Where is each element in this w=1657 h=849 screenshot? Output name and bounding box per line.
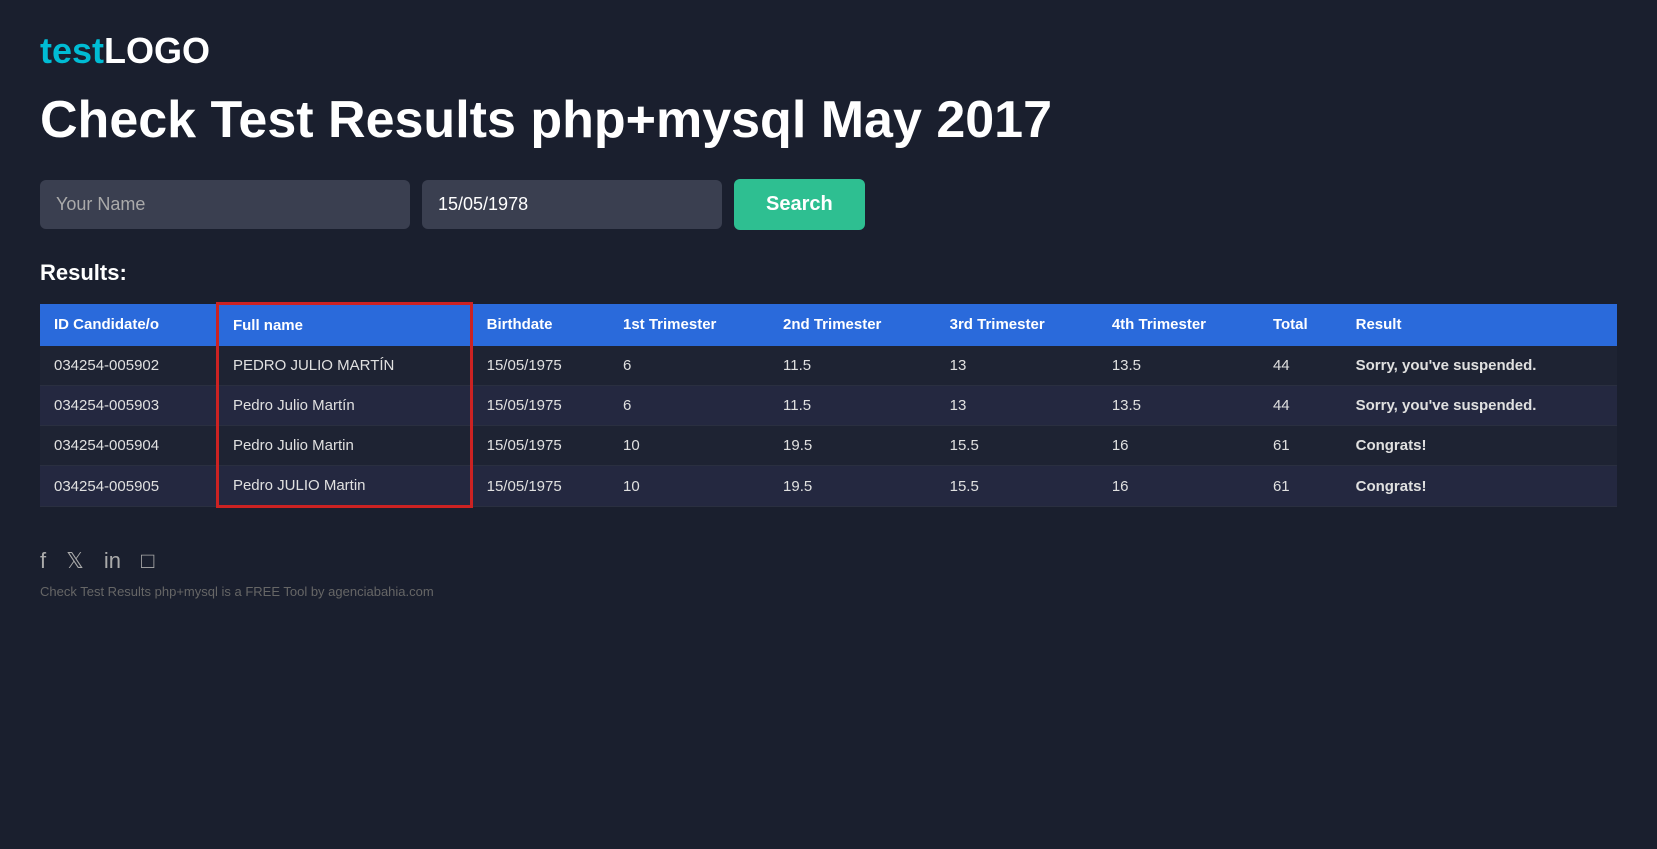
table-row: 034254-005904Pedro Julio Martin15/05/197… — [40, 426, 1617, 466]
col-header-total: Total — [1259, 304, 1342, 347]
col-header-t1: 1st Trimester — [609, 304, 769, 347]
table-cell: 15/05/1975 — [471, 426, 609, 466]
col-header-t2: 2nd Trimester — [769, 304, 936, 347]
table-cell: 11.5 — [769, 346, 936, 386]
col-header-result: Result — [1342, 304, 1617, 347]
col-header-t4: 4th Trimester — [1098, 304, 1259, 347]
table-cell: Sorry, you've suspended. — [1342, 346, 1617, 386]
table-cell: 034254-005903 — [40, 386, 217, 426]
table-cell: 16 — [1098, 426, 1259, 466]
table-cell: 034254-005905 — [40, 466, 217, 507]
table-cell: 44 — [1259, 346, 1342, 386]
social-icons: f 𝕏 in □ — [40, 548, 1617, 574]
linkedin-icon[interactable]: in — [104, 548, 121, 574]
col-header-fullname: Full name — [217, 304, 471, 347]
table-cell: 15/05/1975 — [471, 346, 609, 386]
table-cell: Pedro Julio Martin — [217, 426, 471, 466]
table-cell: 19.5 — [769, 426, 936, 466]
table-cell: 15.5 — [936, 466, 1098, 507]
table-row: 034254-005902PEDRO JULIO MARTÍN15/05/197… — [40, 346, 1617, 386]
table-cell: 15/05/1975 — [471, 386, 609, 426]
table-cell: 10 — [609, 466, 769, 507]
col-header-birthdate: Birthdate — [471, 304, 609, 347]
twitter-icon[interactable]: 𝕏 — [66, 548, 84, 574]
footer-text: Check Test Results php+mysql is a FREE T… — [40, 584, 1617, 599]
results-label: Results: — [40, 260, 1617, 286]
table-cell: 6 — [609, 386, 769, 426]
instagram-icon[interactable]: □ — [141, 548, 154, 574]
table-cell: PEDRO JULIO MARTÍN — [217, 346, 471, 386]
table-cell: 13.5 — [1098, 386, 1259, 426]
col-header-id: ID Candidate/o — [40, 304, 217, 347]
col-header-t3: 3rd Trimester — [936, 304, 1098, 347]
facebook-icon[interactable]: f — [40, 548, 46, 574]
table-cell: 13 — [936, 386, 1098, 426]
table-cell: Sorry, you've suspended. — [1342, 386, 1617, 426]
date-input[interactable] — [422, 180, 722, 229]
table-cell: 61 — [1259, 466, 1342, 507]
table-cell: 10 — [609, 426, 769, 466]
page-title: Check Test Results php+mysql May 2017 — [40, 92, 1617, 149]
logo-test: test — [40, 30, 104, 71]
footer: f 𝕏 in □ Check Test Results php+mysql is… — [40, 548, 1617, 599]
logo-logo: LOGO — [104, 30, 210, 71]
table-row: 034254-005903Pedro Julio Martín15/05/197… — [40, 386, 1617, 426]
table-cell: 11.5 — [769, 386, 936, 426]
table-cell: 15.5 — [936, 426, 1098, 466]
table-cell: Congrats! — [1342, 426, 1617, 466]
table-cell: Congrats! — [1342, 466, 1617, 507]
table-cell: 44 — [1259, 386, 1342, 426]
table-cell: 6 — [609, 346, 769, 386]
search-button[interactable]: Search — [734, 179, 865, 230]
table-cell: 16 — [1098, 466, 1259, 507]
name-input[interactable] — [40, 180, 410, 229]
search-form: Search — [40, 179, 1617, 230]
table-cell: 13 — [936, 346, 1098, 386]
table-cell: 19.5 — [769, 466, 936, 507]
table-cell: Pedro Julio Martín — [217, 386, 471, 426]
logo-area: testLOGO — [40, 30, 1617, 72]
table-cell: 034254-005902 — [40, 346, 217, 386]
table-cell: 13.5 — [1098, 346, 1259, 386]
table-row: 034254-005905Pedro JULIO Martin15/05/197… — [40, 466, 1617, 507]
table-cell: 61 — [1259, 426, 1342, 466]
table-cell: 15/05/1975 — [471, 466, 609, 507]
table-cell: 034254-005904 — [40, 426, 217, 466]
results-table: ID Candidate/o Full name Birthdate 1st T… — [40, 302, 1617, 508]
table-cell: Pedro JULIO Martin — [217, 466, 471, 507]
